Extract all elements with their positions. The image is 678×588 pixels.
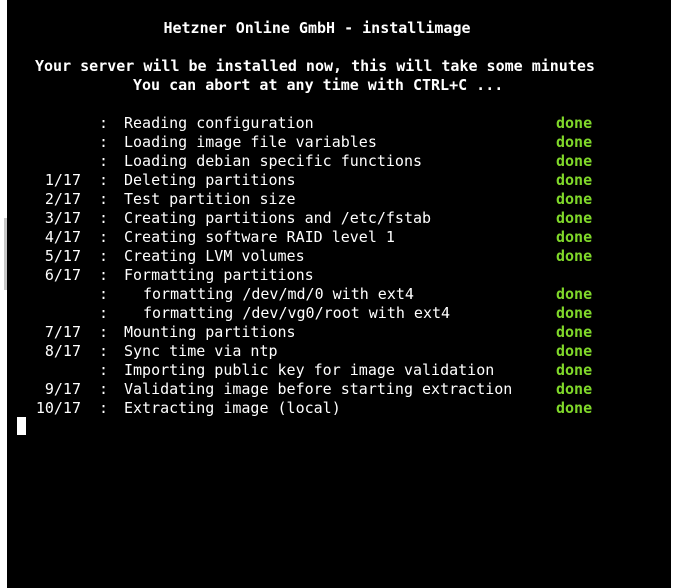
step-label: Loading image file variables — [124, 133, 377, 151]
log-row: : Importing public key for image validati… — [7, 361, 671, 380]
step-label: Validating image before starting extract… — [124, 380, 513, 398]
status-done: done — [556, 399, 593, 417]
step-counter: 3/17 — [44, 209, 81, 227]
log-row: 2/17: Test partition size done — [7, 190, 671, 209]
row-separator: : — [99, 114, 109, 132]
row-separator: : — [99, 209, 109, 227]
row-separator: : — [99, 247, 109, 265]
terminal-cursor — [17, 417, 26, 435]
log-row: : Loading image file variables done — [7, 133, 671, 152]
status-done: done — [556, 361, 593, 379]
log-row: : formatting /dev/vg0/root with ext4 done — [7, 304, 671, 323]
step-label: formatting /dev/md/0 with ext4 — [143, 285, 414, 303]
status-done: done — [556, 323, 593, 341]
log-row: 4/17: Creating software RAID level 1 done — [7, 228, 671, 247]
install-notice: Your server will be installed now, this … — [35, 57, 595, 75]
status-done: done — [556, 380, 593, 398]
step-counter: 9/17 — [44, 380, 81, 398]
status-done: done — [556, 342, 593, 360]
step-label: Test partition size — [124, 190, 296, 208]
step-label: Deleting partitions — [124, 171, 296, 189]
log-row: : Reading configuration done — [7, 114, 671, 133]
row-separator: : — [99, 171, 109, 189]
terminal-screen[interactable]: Hetzner Online GmbH - installimage Your … — [7, 0, 671, 588]
step-counter: 4/17 — [44, 228, 81, 246]
status-done: done — [556, 133, 593, 151]
status-done: done — [556, 228, 593, 246]
log-row: : formatting /dev/md/0 with ext4 done — [7, 285, 671, 304]
step-label: Importing public key for image validatio… — [124, 361, 495, 379]
step-label: Extracting image (local) — [124, 399, 341, 417]
status-done: done — [556, 152, 593, 170]
log-row: 1/17: Deleting partitions done — [7, 171, 671, 190]
window-right-edge — [671, 0, 678, 588]
row-separator: : — [99, 285, 109, 303]
step-label: Creating software RAID level 1 — [124, 228, 395, 246]
step-label: Mounting partitions — [124, 323, 296, 341]
status-done: done — [556, 304, 593, 322]
step-counter: 1/17 — [44, 171, 81, 189]
step-counter: 7/17 — [44, 323, 81, 341]
abort-hint: You can abort at any time with CTRL+C ..… — [133, 76, 504, 94]
row-separator: : — [99, 152, 109, 170]
status-done: done — [556, 209, 593, 227]
step-counter: 5/17 — [44, 247, 81, 265]
row-separator: : — [99, 304, 109, 322]
step-label: Reading configuration — [124, 114, 314, 132]
step-label: Creating LVM volumes — [124, 247, 305, 265]
log-row: 5/17: Creating LVM volumes done — [7, 247, 671, 266]
log-row: 9/17: Validating image before starting ex… — [7, 380, 671, 399]
status-done: done — [556, 171, 593, 189]
terminal-title: Hetzner Online GmbH - installimage — [163, 19, 471, 37]
step-label: Creating partitions and /etc/fstab — [124, 209, 432, 227]
log-row: 6/17: Formatting partitions — [7, 266, 671, 285]
status-done: done — [556, 114, 593, 132]
row-separator: : — [99, 361, 109, 379]
row-separator: : — [99, 228, 109, 246]
progress-log: : Reading configuration done: Loading image… — [7, 114, 671, 418]
row-separator: : — [99, 266, 109, 284]
row-separator: : — [99, 380, 109, 398]
log-row: 3/17: Creating partitions and /etc/fstab d… — [7, 209, 671, 228]
log-row: 7/17: Mounting partitions done — [7, 323, 671, 342]
step-counter: 10/17 — [35, 399, 81, 417]
window-left-edge — [0, 0, 7, 588]
step-label: Loading debian specific functions — [124, 152, 423, 170]
row-separator: : — [99, 323, 109, 341]
step-counter: 6/17 — [44, 266, 81, 284]
status-done: done — [556, 247, 593, 265]
log-row: 10/17: Extracting image (local) done — [7, 399, 671, 418]
row-separator: : — [99, 342, 109, 360]
step-label: formatting /dev/vg0/root with ext4 — [143, 304, 451, 322]
step-counter: 2/17 — [44, 190, 81, 208]
row-separator: : — [99, 399, 109, 417]
status-done: done — [556, 190, 593, 208]
status-done: done — [556, 285, 593, 303]
log-row: : Loading debian specific functions done — [7, 152, 671, 171]
step-label: Sync time via ntp — [124, 342, 278, 360]
log-row: 8/17: Sync time via ntp done — [7, 342, 671, 361]
row-separator: : — [99, 133, 109, 151]
step-counter: 8/17 — [44, 342, 81, 360]
row-separator: : — [99, 190, 109, 208]
step-label: Formatting partitions — [124, 266, 314, 284]
